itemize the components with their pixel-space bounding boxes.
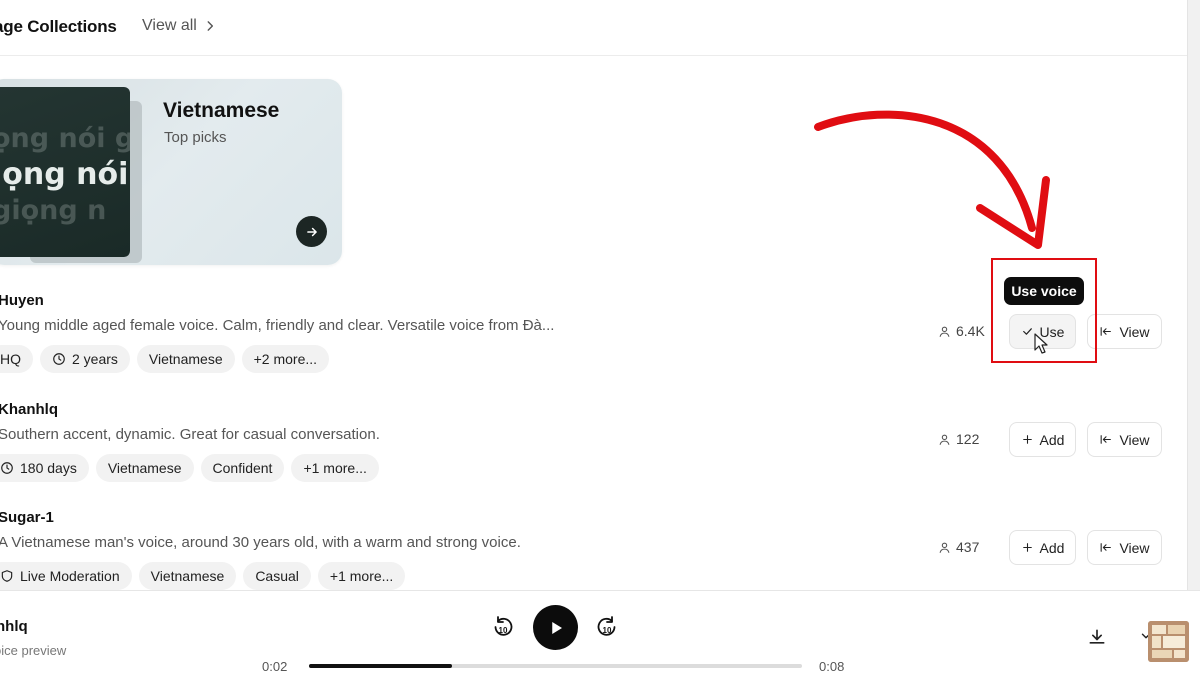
tag-label: Vietnamese [148, 351, 223, 367]
total-time: 0:08 [819, 659, 845, 674]
skip-forward-button[interactable]: 10 [596, 616, 618, 640]
chevron-right-icon [207, 21, 213, 31]
view-voice-button[interactable]: View [1087, 422, 1162, 457]
play-icon [551, 621, 562, 634]
collections-header: age Collections View all [0, 0, 1187, 56]
progress-bar[interactable] [309, 664, 802, 668]
play-button[interactable] [533, 605, 578, 650]
section-title: age Collections [0, 17, 117, 36]
tag-label: +1 more... [329, 568, 394, 584]
button-label: View [1119, 323, 1150, 340]
clock-icon [52, 352, 66, 366]
scrollbar[interactable] [1187, 0, 1200, 590]
view-all-label: View all [142, 17, 197, 34]
cover-text: giọng n [0, 195, 107, 226]
arrow-left-bar-icon [1099, 325, 1113, 339]
rewind-10-icon: 10 [494, 616, 513, 636]
voice-tag[interactable]: HQ [0, 345, 33, 373]
voice-tag[interactable]: +2 more... [241, 345, 330, 373]
button-label: View [1119, 431, 1150, 448]
skip-back-button[interactable]: 10 [492, 616, 514, 640]
arrow-left-bar-icon [1099, 433, 1113, 447]
download-button[interactable] [1087, 627, 1107, 647]
current-time: 0:02 [262, 659, 288, 674]
player-subtitle: oice preview [0, 643, 67, 658]
user-icon [938, 325, 951, 338]
arrow-left-bar-icon [1099, 541, 1113, 555]
tag-label: Vietnamese [150, 568, 225, 584]
voice-description: Young middle aged female voice. Calm, fr… [0, 317, 555, 334]
voice-description: Southern accent, dynamic. Great for casu… [0, 426, 380, 443]
voice-tag[interactable]: Live Moderation [0, 562, 132, 590]
voice-tags: Live Moderation Vietnamese Casual +1 more..… [0, 562, 406, 590]
shield-icon [0, 569, 14, 583]
tag-label: +2 more... [253, 351, 318, 367]
voice-name: Sugar-1 [0, 509, 54, 526]
tag-label: 180 days [20, 460, 77, 476]
plus-icon [1021, 541, 1034, 554]
clock-icon [0, 461, 14, 475]
view-voice-button[interactable]: View [1087, 530, 1162, 565]
thumbnail-grid-icon [1148, 621, 1189, 662]
usage-count-label: 122 [956, 431, 980, 447]
tag-label: Live Moderation [20, 568, 120, 584]
tag-label: Vietnamese [107, 460, 182, 476]
user-icon [938, 433, 951, 446]
button-label: Add [1039, 431, 1065, 448]
add-voice-button[interactable]: Add [1009, 530, 1076, 565]
usage-count-label: 437 [956, 539, 980, 555]
user-icon [938, 541, 951, 554]
collection-cover-image: ọng nói g iọng nói giọng n [0, 87, 130, 257]
voice-tags: HQ 2 years Vietnamese +2 more... [0, 345, 330, 373]
collection-card-vietnamese[interactable]: ọng nói g iọng nói giọng n Vietnamese To… [0, 79, 342, 265]
voice-tag[interactable]: Confident [200, 454, 285, 482]
voice-tag[interactable]: +1 more... [317, 562, 406, 590]
tag-label: HQ [0, 351, 21, 367]
tag-label: 2 years [72, 351, 118, 367]
audio-player: nhlq oice preview 10 10 0:02 0:08 [0, 590, 1200, 675]
voice-tag[interactable]: 180 days [0, 454, 89, 482]
voice-name: Khanhlq [0, 401, 58, 418]
forward-10-icon: 10 [597, 616, 616, 636]
add-voice-button[interactable]: Add [1009, 422, 1076, 457]
voice-description: A Vietnamese man's voice, around 30 year… [0, 534, 521, 551]
download-icon [1089, 629, 1105, 644]
usage-count-label: 6.4K [956, 323, 985, 339]
cover-text: iọng nói [0, 157, 129, 192]
voice-tag[interactable]: Casual [243, 562, 311, 590]
view-voice-button[interactable]: View [1087, 314, 1162, 349]
usage-count: 122 [938, 431, 979, 447]
voice-row[interactable]: Khanhlq Southern accent, dynamic. Great … [0, 401, 1180, 501]
button-label: Add [1039, 539, 1065, 556]
usage-count: 6.4K [938, 323, 985, 339]
tag-label: Confident [212, 460, 273, 476]
collection-title: Vietnamese [163, 99, 280, 122]
skip-back-label: 10 [499, 626, 508, 635]
tag-label: +1 more... [303, 460, 367, 476]
view-all-link[interactable]: View all [142, 17, 217, 35]
arrow-right-icon [306, 227, 317, 236]
collection-open-button[interactable] [296, 216, 327, 247]
voice-tag[interactable]: Vietnamese [136, 345, 235, 373]
mouse-cursor-icon [1034, 333, 1048, 354]
voice-tag[interactable]: Vietnamese [95, 454, 194, 482]
plus-icon [1021, 433, 1034, 446]
progress-fill [309, 664, 452, 668]
tag-label: Casual [255, 568, 299, 584]
usage-count: 437 [938, 539, 979, 555]
voice-tags: 180 days Vietnamese Confident +1 more... [0, 454, 379, 482]
voice-tag[interactable]: Vietnamese [138, 562, 237, 590]
annotation-arrow-icon [814, 110, 1050, 249]
voice-name: Huyen [0, 292, 44, 309]
voice-tag[interactable]: 2 years [40, 345, 130, 373]
button-label: View [1119, 539, 1150, 556]
cover-text: ọng nói g [0, 123, 130, 154]
overlay-thumbnail-image [1148, 621, 1189, 662]
collection-subtitle: Top picks [164, 129, 227, 146]
voice-tag[interactable]: +1 more... [291, 454, 379, 482]
skip-forward-label: 10 [603, 626, 612, 635]
player-voice-name: nhlq [0, 618, 28, 635]
